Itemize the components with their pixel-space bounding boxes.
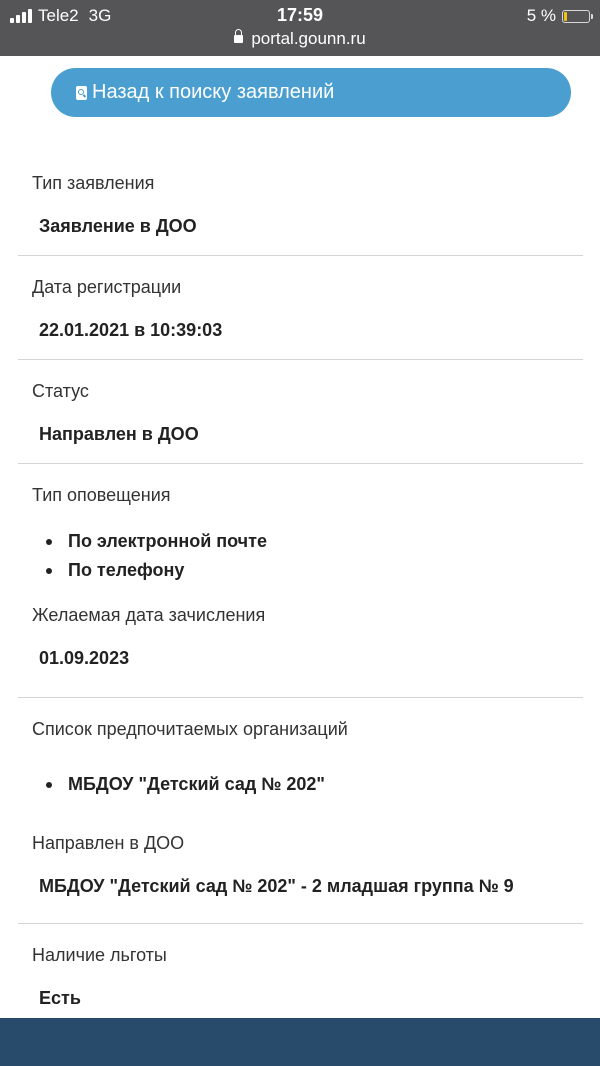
- battery-percent: 5 %: [526, 6, 556, 25]
- field-label: Дата регистрации: [32, 277, 182, 297]
- field-label: Статус: [32, 381, 89, 401]
- list-item: По электронной почте: [18, 527, 583, 556]
- field-value: Заявление в ДОО: [39, 216, 197, 236]
- notification-list: По электронной почте По телефону: [18, 527, 583, 585]
- clock: 17:59: [276, 5, 324, 25]
- field-status: Статус Направлен в ДОО: [18, 360, 583, 464]
- field-value: 22.01.2021 в 10:39:03: [39, 320, 223, 340]
- org-list: МБДОУ "Детский сад № 202": [18, 770, 583, 799]
- field-directed-to: Направлен в ДОО МБДОУ "Детский сад № 202…: [18, 822, 583, 924]
- field-label: Список предпочитаемых организаций: [32, 719, 348, 739]
- field-value: 01.09.2023: [39, 648, 130, 668]
- back-to-search-button[interactable]: Назад к поиску заявлений: [51, 68, 571, 117]
- field-preferred-orgs: Список предпочитаемых организаций МБДОУ …: [18, 698, 583, 822]
- field-notification-type: Тип оповещения По электронной почте По т…: [18, 464, 583, 594]
- back-to-search-label: Назад к поиску заявлений: [92, 81, 335, 103]
- field-label: Тип оповещения: [32, 485, 171, 505]
- field-application-type: Тип заявления Заявление в ДОО: [18, 152, 583, 256]
- field-registration-date: Дата регистрации 22.01.2021 в 10:39:03: [18, 256, 583, 360]
- field-benefit: Наличие льготы Есть: [18, 924, 583, 1022]
- address-bar[interactable]: portal.gounn.ru: [0, 29, 600, 49]
- field-value: МБДОУ "Детский сад № 202" - 2 младшая гр…: [39, 876, 514, 896]
- application-details: Тип заявления Заявление в ДОО Дата регис…: [18, 152, 583, 1022]
- list-item: МБДОУ "Детский сад № 202": [18, 770, 583, 799]
- search-document-icon: [76, 85, 87, 100]
- field-label: Наличие льготы: [32, 945, 167, 965]
- lock-icon: [234, 29, 244, 43]
- field-desired-date: Желаемая дата зачисления 01.09.2023: [18, 594, 583, 698]
- list-item: По телефону: [18, 556, 583, 585]
- field-label: Тип заявления: [32, 173, 155, 193]
- field-label: Направлен в ДОО: [32, 833, 185, 853]
- field-value: Есть: [39, 988, 81, 1008]
- field-label: Желаемая дата зачисления: [32, 605, 266, 625]
- battery-icon: [562, 9, 593, 23]
- page-url: portal.gounn.ru: [251, 29, 366, 48]
- status-value: Направлен в ДОО: [39, 424, 199, 444]
- page-footer: [0, 1018, 600, 1066]
- battery-status: 5 %: [526, 6, 593, 26]
- status-bar: Tele2 3G 17:59 portal.gounn.ru 5 %: [0, 0, 600, 56]
